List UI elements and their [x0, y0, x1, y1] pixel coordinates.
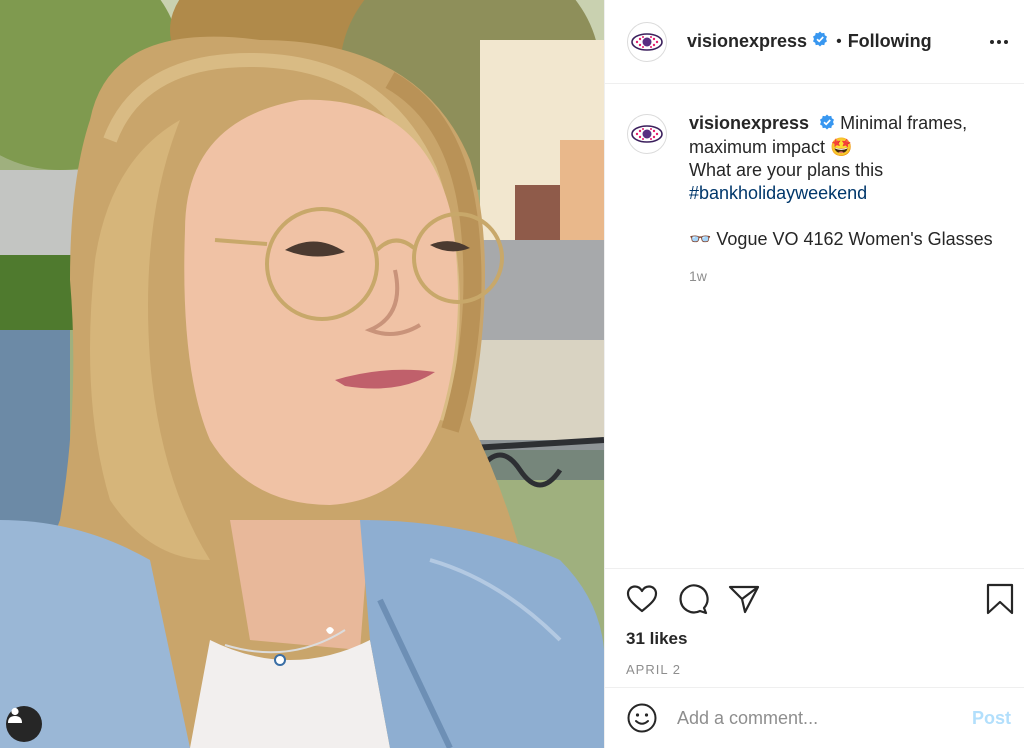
header-username[interactable]: visionexpress — [687, 31, 807, 52]
caption-product-line: 👓 Vogue VO 4162 Women's Glasses — [689, 228, 993, 249]
save-button[interactable] — [983, 582, 1017, 616]
caption-text: visionexpress Minimal frames, maximum im… — [689, 112, 1007, 288]
post-header: visionexpress • Following — [605, 0, 1024, 84]
more-dot-icon — [990, 40, 994, 44]
verified-badge-icon — [812, 31, 828, 52]
actions-bar: 31 likes APRIL 2 — [605, 568, 1024, 677]
more-options-button[interactable] — [987, 30, 1011, 54]
time-ago[interactable]: 1w — [689, 265, 1007, 288]
comment-input[interactable] — [677, 707, 957, 729]
tagged-users-button[interactable] — [6, 706, 42, 742]
like-button[interactable] — [625, 582, 659, 616]
caption-line-2: What are your plans this — [689, 159, 884, 180]
following-button[interactable]: Following — [848, 31, 932, 52]
post-comment-button[interactable]: Post — [972, 708, 1011, 729]
hashtag-link[interactable]: #bankholidayweekend — [689, 182, 1007, 205]
post-date[interactable]: APRIL 2 — [605, 662, 1024, 677]
comment-icon — [679, 584, 709, 615]
more-dot-icon — [997, 40, 1001, 44]
share-button[interactable] — [727, 582, 761, 616]
post-photo[interactable] — [0, 0, 604, 748]
header-separator: • — [836, 32, 842, 50]
paper-plane-icon — [728, 585, 760, 614]
user-icon — [8, 707, 22, 723]
caption-username[interactable]: visionexpress — [689, 113, 809, 133]
verified-badge-icon — [819, 113, 835, 136]
emoji-button[interactable] — [625, 701, 659, 735]
comment-bar: Post — [605, 687, 1024, 748]
comment-button[interactable] — [676, 582, 710, 616]
post-detail-panel: visionexpress • Following visionexpress … — [604, 0, 1024, 748]
post-photo-illustration — [0, 0, 604, 748]
caption-area: visionexpress Minimal frames, maximum im… — [627, 112, 1007, 288]
likes-count[interactable]: 31 likes — [605, 629, 1024, 649]
caption-avatar[interactable] — [627, 114, 667, 154]
smiley-icon — [627, 703, 657, 733]
visionexpress-logo-icon — [631, 32, 663, 51]
heart-icon — [626, 585, 658, 613]
bookmark-icon — [986, 583, 1014, 615]
avatar[interactable] — [627, 21, 667, 62]
visionexpress-logo-icon — [631, 125, 663, 143]
more-dot-icon — [1004, 40, 1008, 44]
